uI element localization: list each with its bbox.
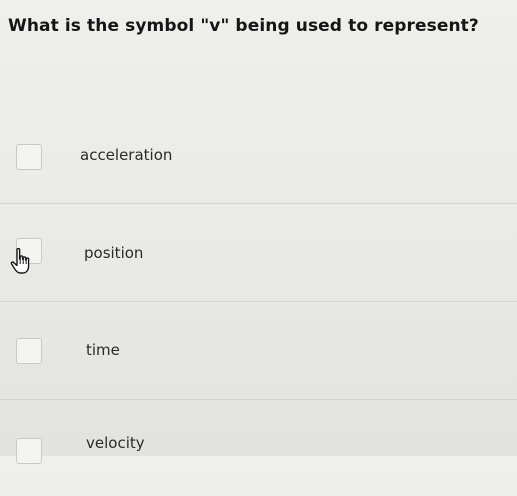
checkbox-time[interactable] [16,338,42,364]
question-text: What is the symbol "v" being used to rep… [8,16,479,36]
hand-pointer-icon [10,247,30,274]
answer-option-time[interactable]: time [0,302,517,398]
option-label-time: time [86,341,120,359]
option-label-position: position [84,244,144,262]
checkbox-velocity[interactable] [16,438,42,464]
checkbox-acceleration[interactable] [16,144,42,170]
answer-option-velocity[interactable]: velocity [0,400,517,496]
answer-option-position[interactable]: position [0,204,517,300]
answer-option-acceleration[interactable]: acceleration [0,108,517,204]
option-label-acceleration: acceleration [80,146,173,164]
option-label-velocity: velocity [86,434,145,452]
